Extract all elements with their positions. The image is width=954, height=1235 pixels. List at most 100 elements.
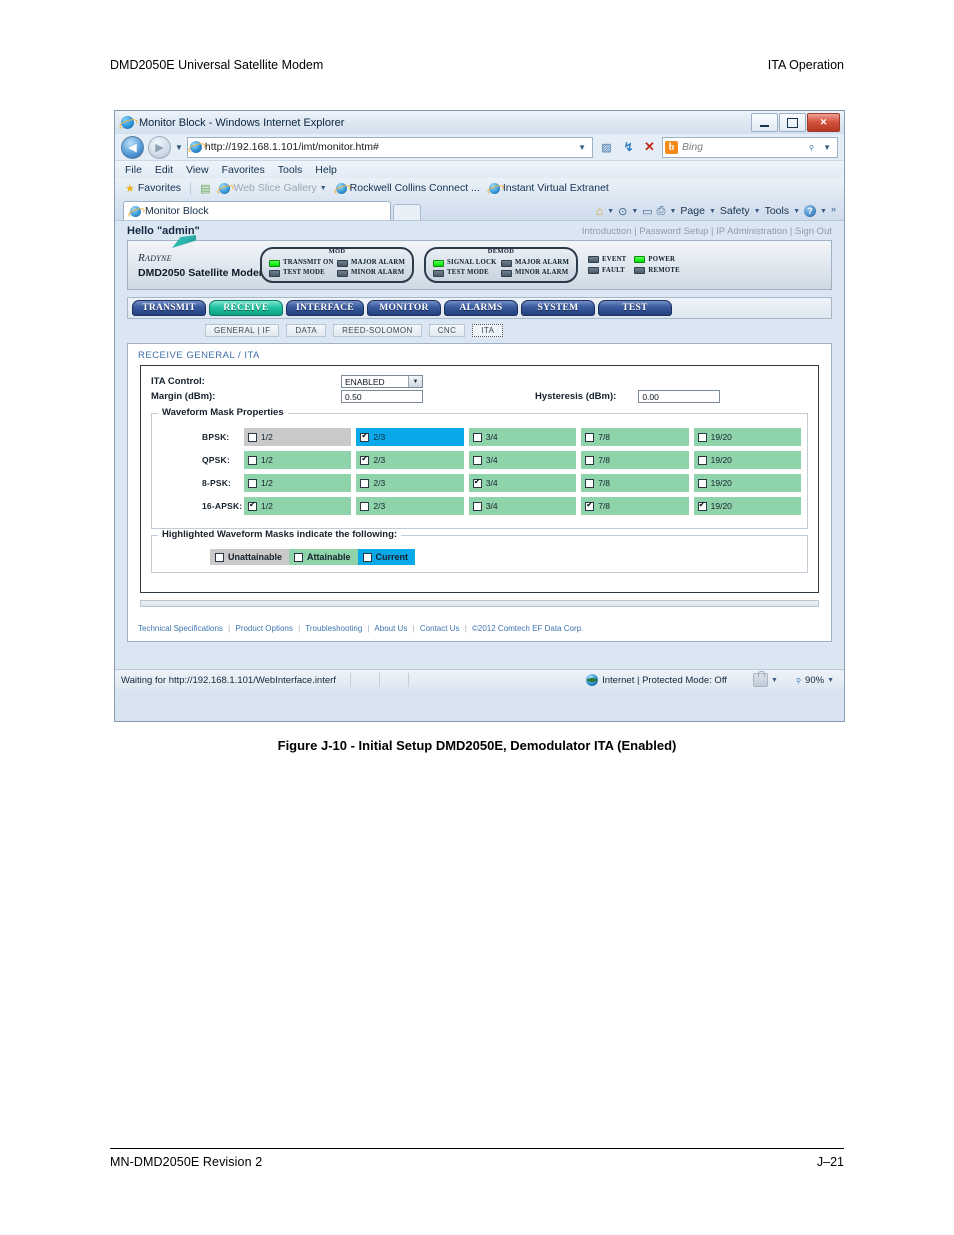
maximize-button[interactable]: [779, 113, 806, 132]
mask-cell-16apsk-2-3[interactable]: 2/3: [356, 497, 464, 515]
new-tab-button[interactable]: [393, 204, 421, 220]
subtab-reed-solomon[interactable]: REED-SOLOMON: [333, 323, 422, 337]
mask-cell-qpsk-2-3[interactable]: 2/3: [356, 451, 464, 469]
tab-transmit[interactable]: TRANSMIT: [132, 300, 206, 316]
link-about-us[interactable]: About Us: [374, 624, 407, 633]
checkbox[interactable]: [472, 455, 482, 465]
link-product-options[interactable]: Product Options: [235, 624, 292, 633]
margin-input[interactable]: 0.50: [341, 390, 423, 403]
menu-item-help[interactable]: Help: [315, 164, 337, 176]
link-ip-administration[interactable]: IP Administration: [716, 226, 787, 237]
checkbox[interactable]: [360, 501, 370, 511]
forward-button[interactable]: ▶: [148, 135, 171, 159]
checkbox[interactable]: [472, 432, 482, 442]
mask-cell-bpsk-19-20[interactable]: 19/20: [693, 428, 802, 446]
link-troubleshooting[interactable]: Troubleshooting: [305, 624, 362, 633]
hysteresis-input[interactable]: 0.00: [638, 390, 721, 403]
chevron-down-icon[interactable]: ▼: [709, 208, 716, 215]
read-mail-icon[interactable]: ▭: [642, 205, 652, 218]
tab-test[interactable]: TEST: [597, 300, 672, 316]
checkbox[interactable]: [248, 500, 257, 511]
horizontal-scrollbar[interactable]: [140, 600, 819, 607]
checkbox[interactable]: [585, 455, 595, 465]
link-sign-out[interactable]: Sign Out: [795, 226, 832, 237]
checkbox[interactable]: [697, 455, 707, 465]
address-bar[interactable]: http://192.168.1.101/imt/monitor.htm# ▼: [186, 136, 593, 158]
tab-receive[interactable]: RECEIVE: [209, 300, 283, 316]
subtab-general-if[interactable]: GENERAL | IF: [205, 323, 280, 337]
ita-control-select[interactable]: ENABLED ▼: [341, 375, 423, 388]
tab-monitor[interactable]: MONITOR: [366, 300, 441, 316]
favorite-instant-virtual-extranet[interactable]: Instant Virtual Extranet: [488, 182, 609, 194]
feeds-icon[interactable]: ⊙: [618, 205, 627, 218]
chevron-down-icon[interactable]: ▼: [607, 208, 614, 215]
mask-cell-16apsk-1-2[interactable]: 1/2: [244, 497, 352, 515]
link-technical-specifications[interactable]: Technical Specifications: [138, 624, 223, 633]
favorite-rockwell-collins-connect[interactable]: Rockwell Collins Connect ...: [335, 182, 480, 194]
address-dropdown-icon[interactable]: ▼: [574, 143, 590, 152]
chevron-down-icon[interactable]: ▼: [631, 208, 638, 215]
search-input[interactable]: Bing: [682, 141, 805, 153]
chevron-down-icon[interactable]: ▼: [754, 208, 761, 215]
chevron-down-icon[interactable]: ▼: [820, 208, 827, 215]
checkbox[interactable]: [360, 454, 370, 465]
command-tools-menu[interactable]: Tools: [765, 205, 790, 217]
tab-interface[interactable]: INTERFACE: [286, 300, 364, 316]
back-button[interactable]: ◀: [121, 135, 144, 159]
checkbox[interactable]: [472, 501, 482, 511]
checkbox[interactable]: [248, 478, 257, 488]
search-provider-dropdown-icon[interactable]: ▼: [819, 143, 835, 152]
checkbox[interactable]: [248, 432, 257, 442]
checkbox[interactable]: [585, 478, 595, 488]
mask-cell-qpsk-19-20[interactable]: 19/20: [693, 451, 802, 469]
overflow-chevron-icon[interactable]: »: [831, 204, 836, 214]
command-page-menu[interactable]: Page: [680, 205, 705, 217]
tab-system[interactable]: SYSTEM: [520, 300, 595, 316]
checkbox[interactable]: [360, 431, 370, 442]
checkbox[interactable]: [472, 477, 482, 488]
browser-tab-monitor-block[interactable]: Monitor Block: [123, 201, 391, 220]
chevron-down-icon[interactable]: ▼: [771, 677, 778, 684]
checkbox[interactable]: [360, 478, 370, 488]
link-password-setup[interactable]: Password Setup: [639, 226, 708, 237]
security-zone[interactable]: Internet | Protected Mode: Off: [586, 674, 727, 686]
add-to-favorites-icon[interactable]: ▤: [200, 182, 210, 195]
mask-cell-bpsk-1-2[interactable]: 1/2: [244, 428, 352, 446]
menu-item-tools[interactable]: Tools: [278, 164, 303, 176]
command-safety-menu[interactable]: Safety: [720, 205, 750, 217]
mask-cell-8psk-2-3[interactable]: 2/3: [356, 474, 464, 492]
history-dropdown-icon[interactable]: ▼: [175, 143, 183, 152]
link-introduction[interactable]: Introduction: [582, 226, 632, 237]
compatibility-view-icon[interactable]: ▨: [597, 138, 616, 157]
chevron-down-icon[interactable]: ▼: [408, 376, 422, 387]
mask-cell-bpsk-2-3[interactable]: 2/3: [356, 428, 464, 446]
print-icon[interactable]: ⎙: [657, 205, 666, 218]
checkbox[interactable]: [697, 432, 707, 442]
mask-cell-bpsk-7-8[interactable]: 7/8: [581, 428, 689, 446]
checkbox[interactable]: [585, 432, 595, 442]
mask-cell-8psk-1-2[interactable]: 1/2: [244, 474, 352, 492]
favorite-web-slice-gallery[interactable]: Web Slice Gallery ▼: [219, 182, 327, 194]
mask-cell-qpsk-7-8[interactable]: 7/8: [581, 451, 689, 469]
subtab-data[interactable]: DATA: [286, 323, 327, 337]
search-box[interactable]: b Bing ⌕ ▼: [662, 136, 838, 158]
mask-cell-8psk-7-8[interactable]: 7/8: [581, 474, 689, 492]
checkbox[interactable]: [248, 455, 257, 465]
help-icon[interactable]: ?: [804, 205, 817, 217]
subtab-ita[interactable]: ITA: [472, 323, 504, 337]
close-button[interactable]: ✕: [807, 113, 840, 132]
zoom-control[interactable]: ⌕ 90% ▼: [792, 673, 834, 687]
link-contact-us[interactable]: Contact Us: [420, 624, 460, 633]
mask-cell-bpsk-3-4[interactable]: 3/4: [468, 428, 577, 446]
mask-cell-16apsk-19-20[interactable]: 19/20: [693, 497, 802, 515]
mask-cell-16apsk-7-8[interactable]: 7/8: [581, 497, 689, 515]
protected-mode-indicator[interactable]: ▼: [752, 671, 778, 687]
chevron-down-icon[interactable]: ▼: [669, 208, 676, 215]
refresh-icon[interactable]: ↯: [620, 139, 637, 156]
home-icon[interactable]: ⌂: [596, 204, 603, 218]
stop-icon[interactable]: ✕: [641, 139, 658, 156]
checkbox[interactable]: [585, 500, 595, 511]
menu-item-file[interactable]: File: [125, 164, 142, 176]
search-icon[interactable]: ⌕: [805, 140, 819, 154]
menu-item-edit[interactable]: Edit: [155, 164, 173, 176]
